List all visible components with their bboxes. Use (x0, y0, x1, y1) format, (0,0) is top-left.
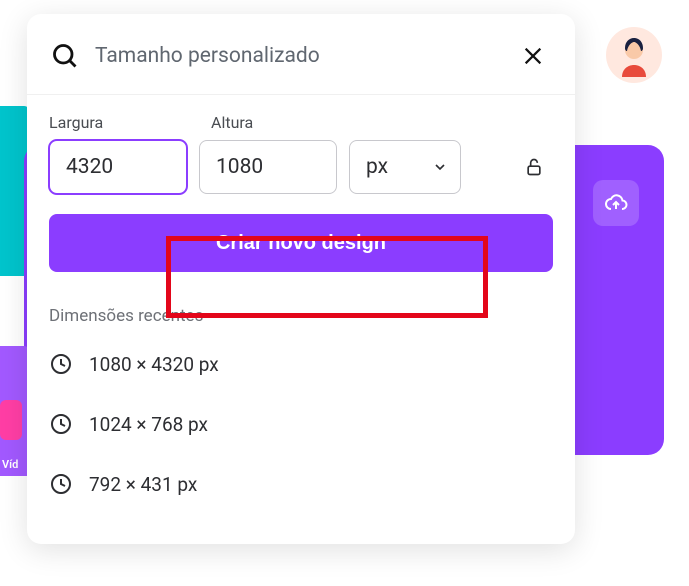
search-input[interactable]: Tamanho personalizado (95, 44, 515, 68)
create-design-button[interactable]: Criar novo design (49, 214, 553, 272)
cloud-upload-icon (604, 191, 628, 215)
lock-open-icon (524, 156, 544, 178)
unit-value: px (366, 155, 388, 179)
close-icon (522, 45, 544, 67)
unit-select[interactable]: px (349, 140, 461, 194)
recent-title: Dimensões recentes (49, 306, 553, 326)
recent-item-label: 1024 × 768 px (89, 413, 208, 436)
create-design-label: Criar novo design (216, 232, 386, 255)
avatar-image (612, 33, 656, 77)
upload-button[interactable] (593, 180, 639, 226)
custom-size-popup: Tamanho personalizado Largura Altura 432… (27, 14, 575, 544)
search-row: Tamanho personalizado (27, 14, 575, 95)
clock-icon (49, 472, 73, 496)
bg-tile-pink (0, 400, 22, 440)
recent-item-label: 1080 × 4320 px (89, 353, 219, 376)
lock-aspect-button[interactable] (515, 140, 553, 194)
search-icon (51, 42, 79, 70)
recent-list: 1080 × 4320 px 1024 × 768 px 792 × 431 p… (49, 334, 553, 514)
sidebar-video-label: Víd (0, 458, 30, 471)
height-value: 1080 (216, 155, 263, 179)
width-input[interactable]: 4320 (49, 140, 187, 194)
recent-item-label: 792 × 431 px (89, 473, 197, 496)
chevron-down-icon (432, 159, 448, 175)
close-button[interactable] (515, 38, 551, 74)
recent-item[interactable]: 1080 × 4320 px (49, 334, 553, 394)
avatar[interactable] (606, 27, 662, 83)
width-value: 4320 (66, 155, 113, 179)
clock-icon (49, 352, 73, 376)
height-input[interactable]: 1080 (199, 140, 337, 194)
height-label: Altura (211, 113, 351, 132)
recent-item[interactable]: 1024 × 768 px (49, 394, 553, 454)
width-label: Largura (49, 113, 189, 132)
clock-icon (49, 412, 73, 436)
recent-item[interactable]: 792 × 431 px (49, 454, 553, 514)
